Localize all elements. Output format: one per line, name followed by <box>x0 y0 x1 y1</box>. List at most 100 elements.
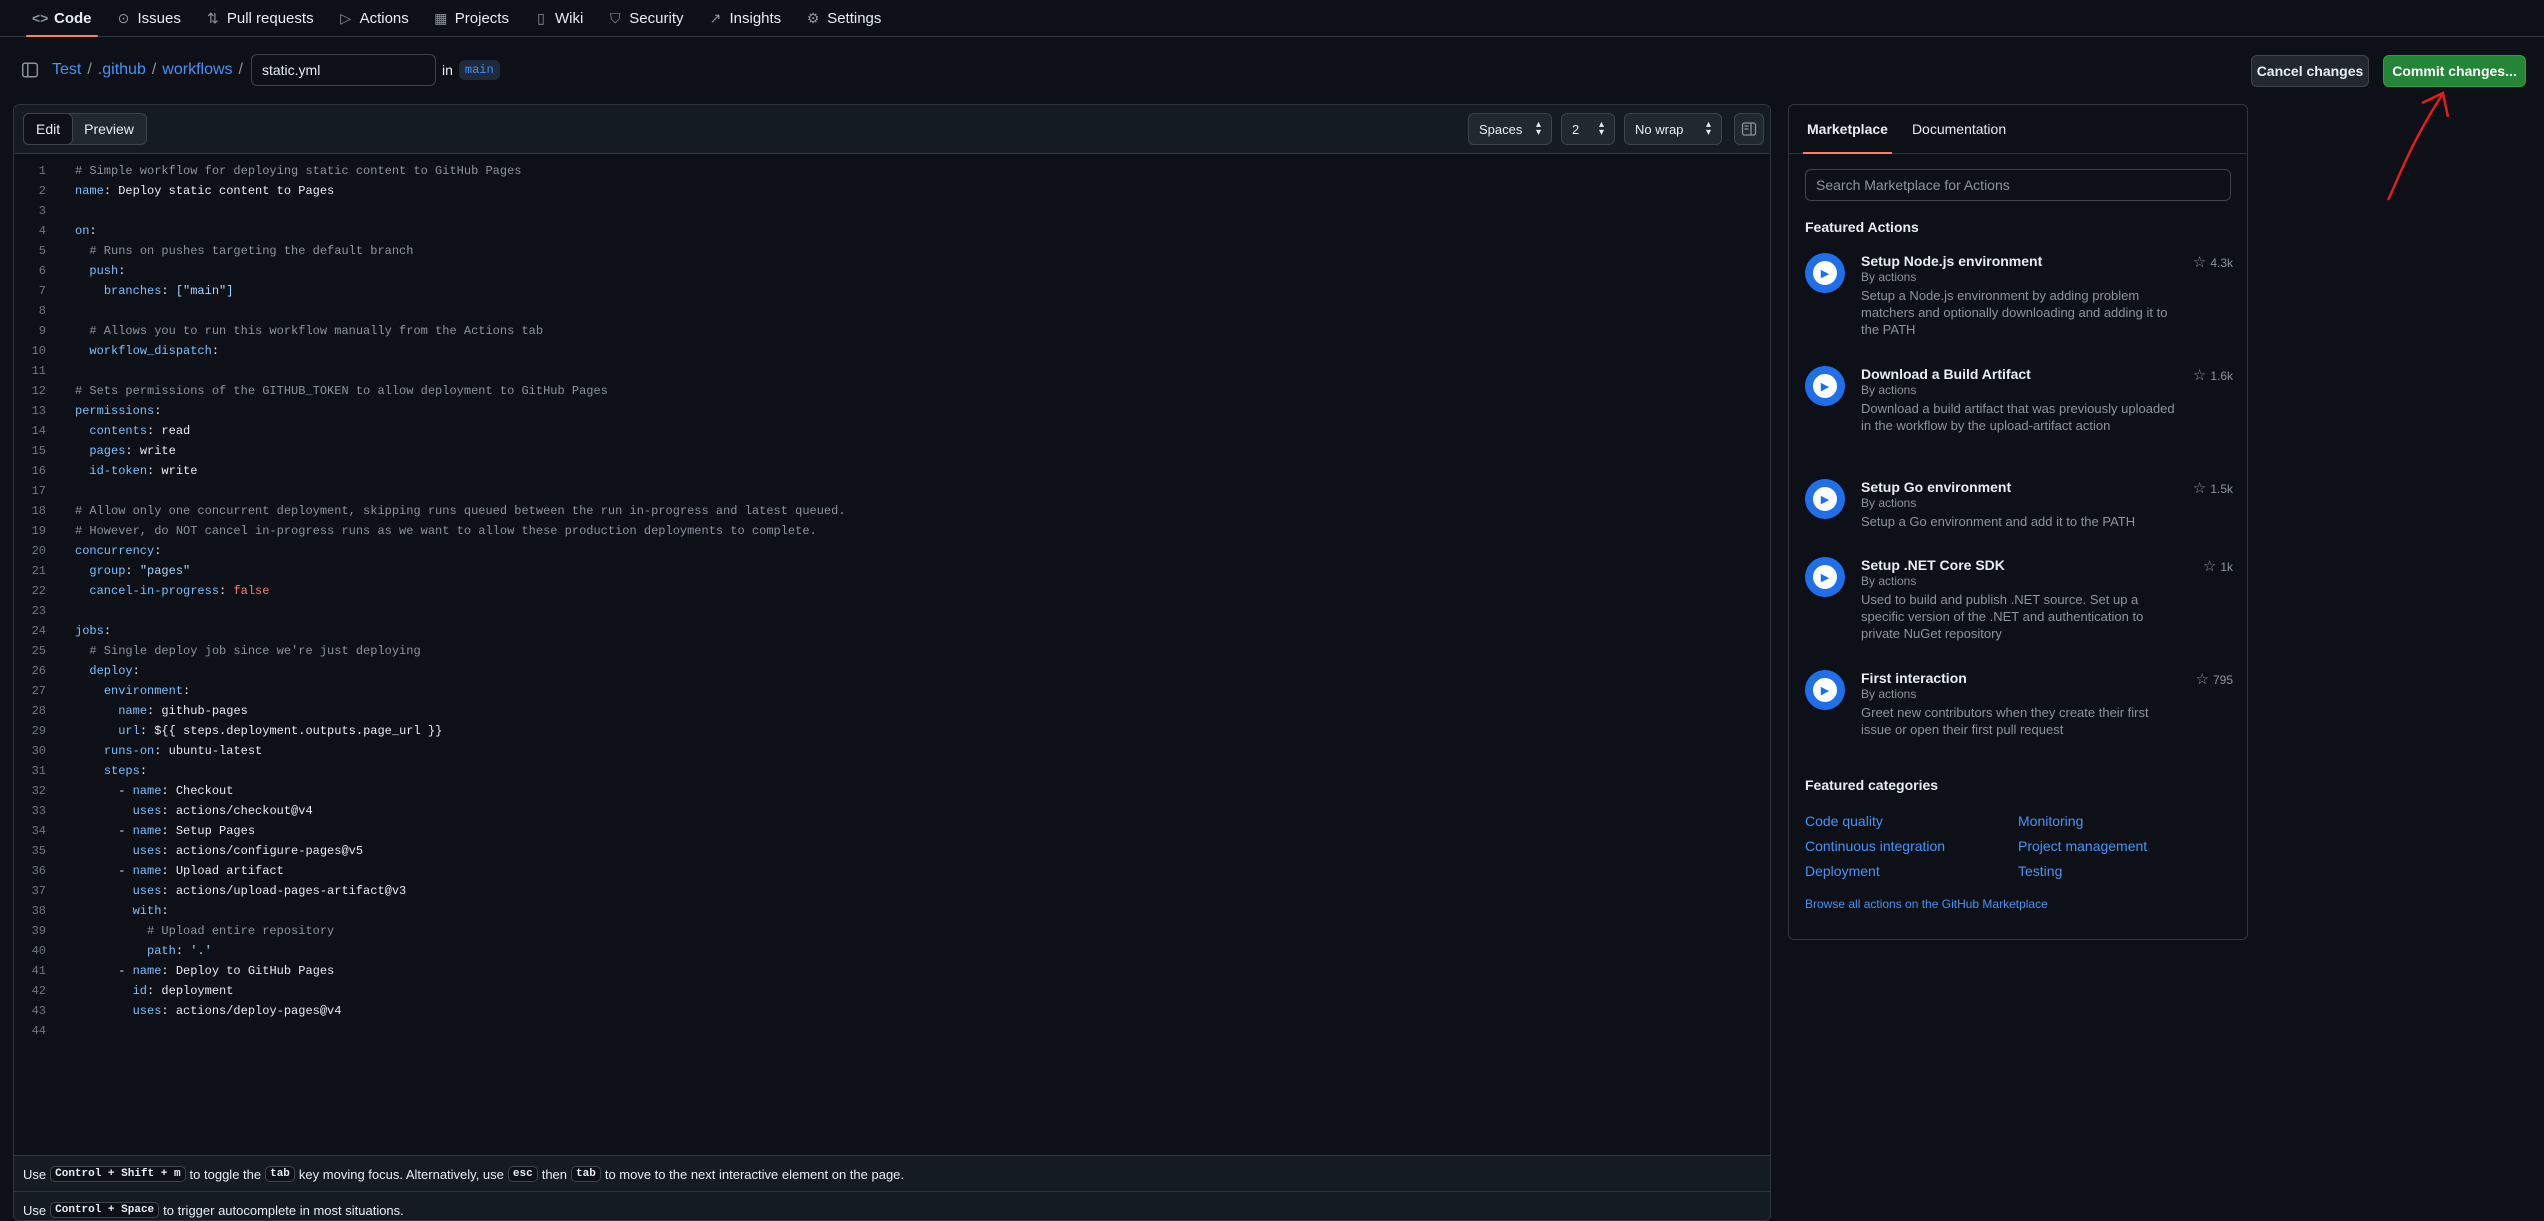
code-line[interactable]: 44 <box>14 1021 1770 1041</box>
code-line[interactable]: 32 - name: Checkout <box>14 781 1770 801</box>
code-line[interactable]: 8 <box>14 301 1770 321</box>
code-line[interactable]: 1 # Simple workflow for deploying static … <box>14 161 1770 181</box>
action-description: Setup a Go environment and add it to the… <box>1861 514 2136 529</box>
play-icon: ▶ <box>1805 479 1845 519</box>
code-line[interactable]: 31 steps: <box>14 761 1770 781</box>
code-line[interactable]: 23 <box>14 601 1770 621</box>
star-count: 1k <box>2220 560 2233 574</box>
code-line[interactable]: 35 uses: actions/configure-pages@v5 <box>14 841 1770 861</box>
tab-settings[interactable]: ⚙ Settings <box>793 0 893 36</box>
code-line[interactable]: 39 # Upload entire repository <box>14 921 1770 941</box>
code-line[interactable]: 12 # Sets permissions of the GITHUB_TOKEN… <box>14 381 1770 401</box>
tab-pull-requests[interactable]: ⇅ Pull requests <box>193 0 326 36</box>
line-content: environment: <box>103 684 191 698</box>
hint-text: key moving focus. Alternatively, use <box>298 1166 504 1182</box>
tab-marketplace[interactable]: Marketplace <box>1799 105 1896 154</box>
category-link[interactable]: Project management <box>2018 838 2147 854</box>
kbd-shortcut: esc <box>507 1166 538 1182</box>
tab-code[interactable]: <> Code <box>20 0 104 37</box>
category-link[interactable]: Deployment <box>1805 863 1880 879</box>
category-link[interactable]: Code quality <box>1805 813 1883 829</box>
code-line[interactable]: 42 id: deployment <box>14 981 1770 1001</box>
code-line[interactable]: 15 pages: write <box>14 441 1770 461</box>
code-line[interactable]: 33 uses: actions/checkout@v4 <box>14 801 1770 821</box>
breadcrumb-repo[interactable]: Test <box>52 61 81 78</box>
breadcrumb-workflows-dir[interactable]: workflows <box>162 61 232 78</box>
code-line[interactable]: 16 id-token: write <box>14 461 1770 481</box>
category-link[interactable]: Continuous integration <box>1805 838 1945 854</box>
line-content: # Runs on pushes targeting the default b… <box>89 244 414 258</box>
code-line[interactable]: 17 <box>14 481 1770 501</box>
gear-icon: ⚙ <box>806 9 820 26</box>
code-line[interactable]: 21 group: "pages" <box>14 561 1770 581</box>
code-line[interactable]: 3 <box>14 201 1770 221</box>
tab-security[interactable]: ⛉ Security <box>595 0 695 36</box>
code-line[interactable]: 41 - name: Deploy to GitHub Pages <box>14 961 1770 981</box>
code-line[interactable]: 11 <box>14 361 1770 381</box>
code-line[interactable]: 19 # However, do NOT cancel in-progress r… <box>14 521 1770 541</box>
code-line[interactable]: 13 permissions: <box>14 401 1770 421</box>
code-line[interactable]: 27 environment: <box>14 681 1770 701</box>
code-line[interactable]: 22 cancel-in-progress: false <box>14 581 1770 601</box>
indent-mode-select[interactable]: Spaces ▴ ▾ <box>1468 113 1552 145</box>
tab-issues[interactable]: ⊙ Issues <box>104 0 193 36</box>
code-line[interactable]: 5 # Runs on pushes targeting the default… <box>14 241 1770 261</box>
indent-mode-value: Spaces <box>1479 121 1523 137</box>
preview-tab[interactable]: Preview <box>72 114 146 144</box>
line-number: 10 <box>31 344 46 358</box>
code-line[interactable]: 14 contents: read <box>14 421 1770 441</box>
edit-tab[interactable]: Edit <box>23 113 74 145</box>
browse-marketplace-link[interactable]: Browse all actions on the GitHub Marketp… <box>1805 897 2048 911</box>
marketplace-search-input[interactable] <box>1805 169 2231 201</box>
code-line[interactable]: 2 name: Deploy static content to Pages <box>14 181 1770 201</box>
tab-actions[interactable]: ▷ Actions <box>326 0 421 36</box>
action-item[interactable]: ▶ First interaction By actions Greet new… <box>1805 670 2233 750</box>
tab-wiki[interactable]: ▯ Wiki <box>521 0 595 36</box>
code-line[interactable]: 4 on: <box>14 221 1770 241</box>
code-line[interactable]: 18 # Allow only one concurrent deployment… <box>14 501 1770 521</box>
action-item[interactable]: ▶ Setup Node.js environment By actions S… <box>1805 253 2233 353</box>
code-line[interactable]: 40 path: '.' <box>14 941 1770 961</box>
code-line[interactable]: 24 jobs: <box>14 621 1770 641</box>
code-line[interactable]: 30 runs-on: ubuntu-latest <box>14 741 1770 761</box>
cancel-changes-button[interactable]: Cancel changes <box>2251 55 2369 87</box>
code-line[interactable]: 6 push: <box>14 261 1770 281</box>
code-line[interactable]: 34 - name: Setup Pages <box>14 821 1770 841</box>
commit-changes-button[interactable]: Commit changes... <box>2383 55 2526 87</box>
line-number: 14 <box>31 424 46 438</box>
line-content: push: <box>89 264 126 278</box>
sidebar-toggle-icon[interactable] <box>20 60 40 80</box>
filename-input[interactable] <box>250 54 436 86</box>
code-area[interactable]: 1 # Simple workflow for deploying static … <box>14 161 1770 1041</box>
action-item[interactable]: ▶ Download a Build Artifact By actions D… <box>1805 366 2233 466</box>
code-line[interactable]: 26 deploy: <box>14 661 1770 681</box>
category-link[interactable]: Testing <box>2018 863 2062 879</box>
breadcrumb-github-dir[interactable]: .github <box>98 61 146 78</box>
action-stars: ☆ 4.3k <box>2193 253 2233 271</box>
line-content: - name: Deploy to GitHub Pages <box>75 964 335 978</box>
code-line[interactable]: 9 # Allows you to run this workflow manu… <box>14 321 1770 341</box>
action-item[interactable]: ▶ Setup Go environment By actions Setup … <box>1805 479 2233 545</box>
code-line[interactable]: 28 name: github-pages <box>14 701 1770 721</box>
code-line[interactable]: 37 uses: actions/upload-pages-artifact@v… <box>14 881 1770 901</box>
toggle-panel-button[interactable] <box>1734 113 1764 145</box>
code-line[interactable]: 36 - name: Upload artifact <box>14 861 1770 881</box>
indent-size-select[interactable]: 2 ▴ ▾ <box>1561 113 1615 145</box>
code-line[interactable]: 20 concurrency: <box>14 541 1770 561</box>
wrap-mode-select[interactable]: No wrap ▴ ▾ <box>1624 113 1722 145</box>
code-line[interactable]: 38 with: <box>14 901 1770 921</box>
tab-projects[interactable]: ▦ Projects <box>421 0 521 36</box>
tab-documentation[interactable]: Documentation <box>1904 105 2014 153</box>
code-line[interactable]: 10 workflow_dispatch: <box>14 341 1770 361</box>
category-link[interactable]: Monitoring <box>2018 813 2083 829</box>
code-line[interactable]: 25 # Single deploy job since we're just … <box>14 641 1770 661</box>
code-editor: Edit Preview Spaces ▴ ▾ 2 ▴ ▾ No wrap ▴ ▾ 1 # S… <box>13 104 1771 1221</box>
code-line[interactable]: 29 url: ${{ steps.deployment.outputs.pag… <box>14 721 1770 741</box>
line-content: # Allows you to run this workflow manual… <box>89 324 544 338</box>
action-item[interactable]: ▶ Setup .NET Core SDK By actions Used to… <box>1805 557 2233 657</box>
line-content: cancel-in-progress: false <box>89 584 270 598</box>
tab-insights[interactable]: ↗ Insights <box>695 0 793 36</box>
line-number: 5 <box>38 244 46 258</box>
code-line[interactable]: 43 uses: actions/deploy-pages@v4 <box>14 1001 1770 1021</box>
code-line[interactable]: 7 branches: ["main"] <box>14 281 1770 301</box>
